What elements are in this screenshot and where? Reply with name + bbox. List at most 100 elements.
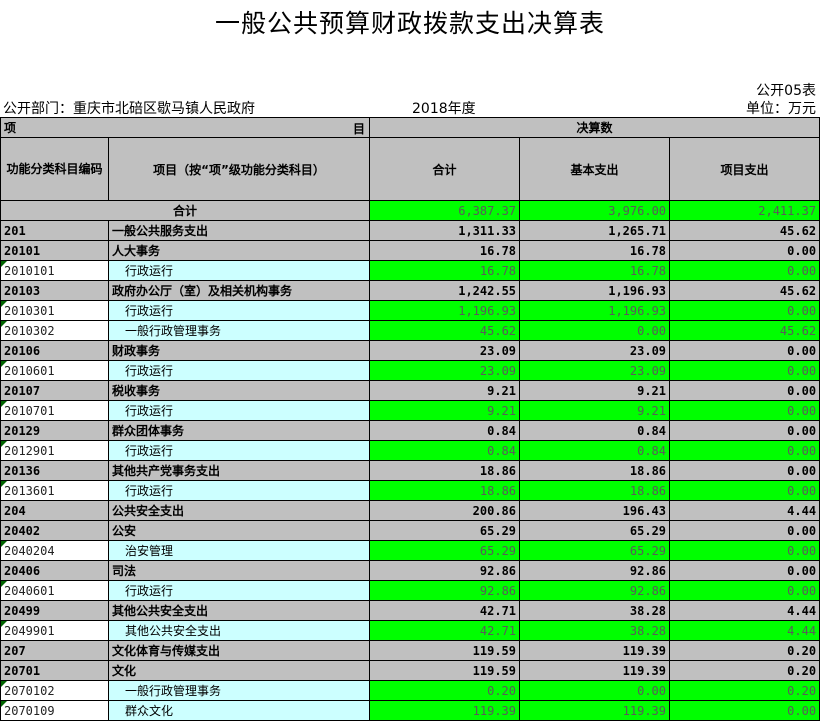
table-row: 2070109 群众文化 119.39 119.39 0.00 <box>0 700 820 721</box>
row-name: 其他公共安全支出 <box>107 600 371 621</box>
row-name-text: 一般公共服务支出 <box>112 224 209 238</box>
table-row: 2040204 治安管理 65.29 65.29 0.00 <box>0 540 820 561</box>
row-basic: 1,196.93 <box>519 300 671 321</box>
row-name: 行政运行 <box>107 400 371 421</box>
row-project: 45.62 <box>669 280 820 301</box>
row-total-text: 200.86 <box>472 503 517 518</box>
project-header-left: 项 <box>4 121 17 135</box>
row-name-text: 其他公共安全支出 <box>125 624 222 638</box>
department-label: 公开部门：重庆市北碚区歇马镇人民政府 <box>3 101 255 117</box>
row-total-text: 9.21 <box>487 403 517 418</box>
row-code-text: 2010601 <box>4 363 55 378</box>
row-name-text: 一般行政管理事务 <box>125 324 222 338</box>
row-basic: 16.78 <box>519 240 671 261</box>
cell-comment-marker-icon <box>1 481 7 487</box>
row-total: 45.62 <box>369 320 521 341</box>
row-basic: 18.86 <box>519 480 671 501</box>
row-code-text: 2010302 <box>4 323 55 338</box>
row-total-text: 18.86 <box>479 483 517 498</box>
row-project-text: 4.44 <box>787 623 817 638</box>
table-row: 207 文化体育与传媒支出 119.59 119.39 0.20 <box>0 640 820 661</box>
row-project: 0.00 <box>669 340 820 361</box>
row-basic-text: 0.84 <box>637 443 667 458</box>
row-basic-text: 9.21 <box>637 383 667 398</box>
row-code: 2013601 <box>0 480 109 501</box>
row-name-text: 一般行政管理事务 <box>125 684 222 698</box>
row-basic-text: 119.39 <box>622 663 667 678</box>
cell-comment-marker-icon <box>1 441 7 447</box>
row-total: 16.78 <box>369 260 521 281</box>
cell-comment-marker-icon <box>1 401 7 407</box>
row-total: 119.59 <box>369 640 521 661</box>
table-row: 2010701 行政运行 9.21 9.21 0.00 <box>0 400 820 421</box>
row-code: 20101 <box>0 240 109 261</box>
row-basic: 0.00 <box>519 320 671 341</box>
table-row: 20103 政府办公厅（室）及相关机构事务 1,242.55 1,196.93 45.6… <box>0 280 820 301</box>
row-project: 0.00 <box>669 300 820 321</box>
row-basic: 92.86 <box>519 560 671 581</box>
row-project: 0.00 <box>669 260 820 281</box>
row-name: 行政运行 <box>107 360 371 381</box>
row-basic-text: 9.21 <box>637 403 667 418</box>
row-basic: 9.21 <box>519 400 671 421</box>
row-code-text: 20107 <box>4 383 41 398</box>
fiscal-year: 2018年度 <box>412 101 476 117</box>
row-code: 2049901 <box>0 620 109 641</box>
row-project-text: 0.00 <box>787 343 817 358</box>
row-name-text: 治安管理 <box>125 544 174 558</box>
row-name-text: 群众文化 <box>125 704 174 718</box>
row-total: 92.86 <box>369 580 521 601</box>
row-total: 0.20 <box>369 680 521 701</box>
row-code-text: 20103 <box>4 283 41 298</box>
row-basic: 196.43 <box>519 500 671 521</box>
row-basic-text: 16.78 <box>629 243 667 258</box>
row-project: 0.00 <box>669 480 820 501</box>
row-project: 0.20 <box>669 680 820 701</box>
row-project-text: 0.00 <box>787 383 817 398</box>
row-code-text: 20136 <box>4 463 41 478</box>
row-code: 20106 <box>0 340 109 361</box>
row-code-text: 20129 <box>4 423 41 438</box>
row-basic: 1,265.71 <box>519 220 671 241</box>
row-basic-text: 0.84 <box>637 423 667 438</box>
row-project: 4.44 <box>669 620 820 641</box>
row-total-text: 0.20 <box>487 683 517 698</box>
table-row: 2010101 行政运行 16.78 16.78 0.00 <box>0 260 820 281</box>
row-code-text: 2010101 <box>4 263 55 278</box>
row-total: 16.78 <box>369 240 521 261</box>
row-code: 2040204 <box>0 540 109 561</box>
header-row-1: 项 目 决算数 <box>0 117 820 138</box>
row-basic: 0.84 <box>519 440 671 461</box>
row-basic: 1,196.93 <box>519 280 671 301</box>
table-row: 2013601 行政运行 18.86 18.86 0.00 <box>0 480 820 501</box>
cell-comment-marker-icon <box>1 321 7 327</box>
row-total: 23.09 <box>369 360 521 381</box>
row-total: 119.59 <box>369 660 521 681</box>
row-total: 92.86 <box>369 560 521 581</box>
row-project-text: 0.00 <box>787 463 817 478</box>
row-total: 1,311.33 <box>369 220 521 241</box>
final-accounts-header: 决算数 <box>369 117 820 138</box>
row-name: 行政运行 <box>107 440 371 461</box>
row-name: 其他公共安全支出 <box>107 620 371 641</box>
cell-comment-marker-icon <box>1 621 7 627</box>
report-meta-line: 公开部门：重庆市北碚区歇马镇人民政府 2018年度 单位：万元 <box>0 98 820 117</box>
table-row: 2040601 行政运行 92.86 92.86 0.00 <box>0 580 820 601</box>
code-column-header: 功能分类科目编码 <box>0 137 109 201</box>
row-basic-text: 92.86 <box>629 563 667 578</box>
row-code: 2040601 <box>0 580 109 601</box>
row-total-text: 16.78 <box>479 263 517 278</box>
row-name: 司法 <box>107 560 371 581</box>
summary-total: 6,387.37 <box>369 200 521 221</box>
row-project-text: 0.20 <box>787 663 817 678</box>
cell-comment-marker-icon <box>1 301 7 307</box>
row-project-text: 4.44 <box>787 503 817 518</box>
row-project: 0.00 <box>669 700 820 721</box>
table-row: 2070102 一般行政管理事务 0.20 0.00 0.20 <box>0 680 820 701</box>
row-name-text: 人大事务 <box>112 244 161 258</box>
row-code-text: 20106 <box>4 343 41 358</box>
row-total: 42.71 <box>369 620 521 641</box>
row-basic-text: 65.29 <box>629 543 667 558</box>
row-name-text: 文化 <box>112 664 137 678</box>
table-row: 20406 司法 92.86 92.86 0.00 <box>0 560 820 581</box>
